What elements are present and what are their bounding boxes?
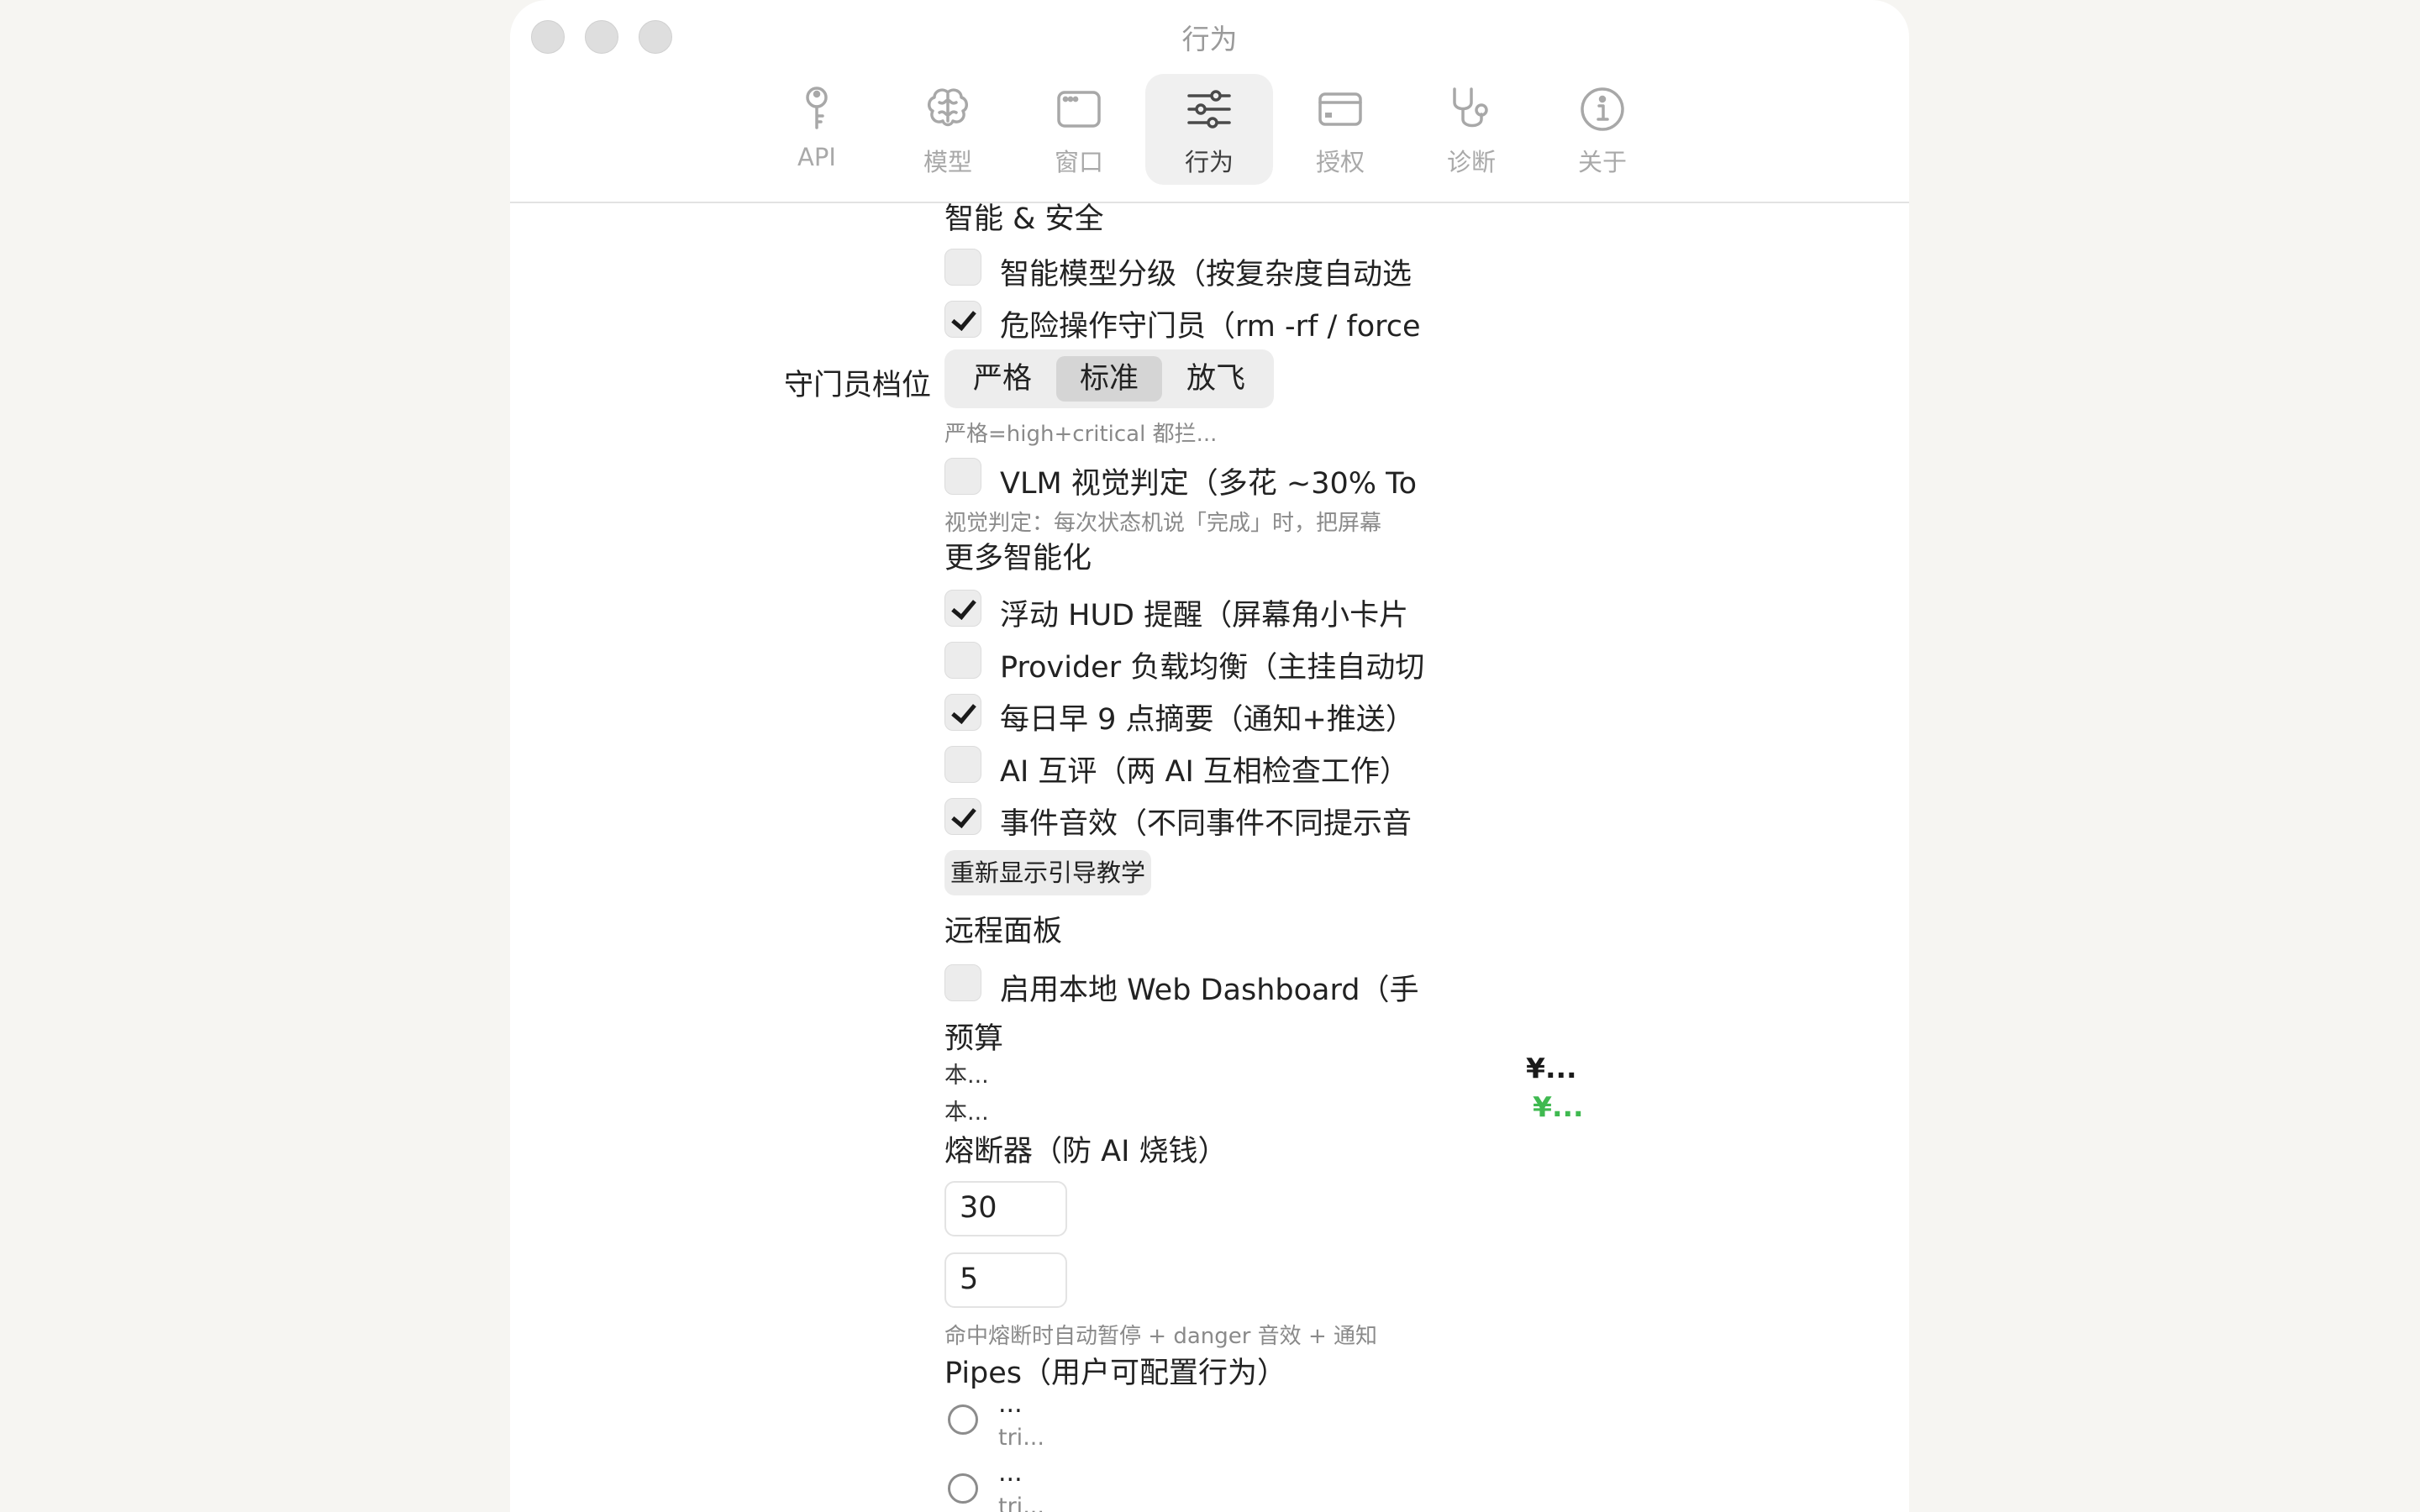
behavior-settings-content: 智能 & 安全 智能模型分级（按复杂度自动选 危险操作守门员（rm -rf / …	[510, 0, 1909, 1512]
pipe-1-trigger: tri...	[998, 1425, 1044, 1451]
guard-level-label: 守门员档位	[783, 369, 931, 402]
ai-review-checkbox[interactable]	[944, 746, 981, 783]
reshow-onboarding-button[interactable]: 重新显示引导教学	[944, 850, 1151, 895]
pipe-1-name: ...	[998, 1389, 1023, 1419]
hud-checkbox[interactable]	[944, 590, 981, 627]
event-sound-checkbox[interactable]	[944, 798, 981, 835]
budget-row-2-label: 本...	[944, 1100, 989, 1126]
pipe-2-radio[interactable]	[948, 1473, 978, 1504]
budget-row-1-value: ¥...	[1526, 1052, 1577, 1084]
budget-row-2-value: ¥...	[1533, 1090, 1584, 1123]
breaker-input-1[interactable]	[946, 1183, 1047, 1233]
section-heading-budget: 预算	[944, 1022, 1004, 1056]
section-heading-breaker: 熔断器（防 AI 烧钱）	[944, 1135, 1228, 1168]
guard-level-note: 严格=high+critical 都拦...	[944, 422, 1218, 447]
load-balance-checkbox[interactable]	[944, 642, 981, 679]
vlm-judge-label: VLM 视觉判定（多花 ~30% To	[1000, 467, 1417, 501]
daily-summary-checkbox[interactable]	[944, 694, 981, 731]
web-dashboard-checkbox[interactable]	[944, 964, 981, 1001]
hud-label: 浮动 HUD 提醒（屏幕角小卡片	[1000, 599, 1409, 633]
breaker-input-2[interactable]	[946, 1254, 1047, 1305]
pipe-2-name: ...	[998, 1458, 1023, 1488]
web-dashboard-label: 启用本地 Web Dashboard（手	[1000, 974, 1419, 1007]
guard-level-segmented-control: 严格 标准 放飞	[944, 349, 1274, 408]
breaker-note: 命中熔断时自动暂停 + danger 音效 + 通知	[944, 1324, 1377, 1349]
tiered-models-label: 智能模型分级（按复杂度自动选	[1000, 258, 1413, 291]
guard-level-standard[interactable]: 标准	[1056, 356, 1162, 402]
event-sound-label: 事件音效（不同事件不同提示音	[1000, 807, 1413, 841]
section-heading-more-smart: 更多智能化	[944, 542, 1092, 575]
budget-row-1-label: 本...	[944, 1063, 989, 1089]
breaker-field-1[interactable]	[944, 1181, 1067, 1236]
section-heading-pipes: Pipes（用户可配置行为）	[944, 1357, 1287, 1390]
tiered-models-checkbox[interactable]	[944, 249, 981, 286]
section-heading-smart-safety: 智能 & 安全	[944, 202, 1104, 236]
danger-guard-checkbox[interactable]	[944, 301, 981, 338]
breaker-field-2[interactable]	[944, 1252, 1067, 1308]
guard-level-free[interactable]: 放飞	[1163, 356, 1269, 402]
load-balance-label: Provider 负载均衡（主挂自动切	[1000, 651, 1425, 685]
section-heading-remote: 远程面板	[944, 915, 1063, 948]
ai-review-label: AI 互评（两 AI 互相检查工作）	[1000, 755, 1409, 789]
pipe-1-radio[interactable]	[948, 1404, 978, 1435]
guard-level-strict[interactable]: 严格	[950, 356, 1055, 402]
pipe-2-trigger: tri...	[998, 1494, 1044, 1512]
daily-summary-label: 每日早 9 点摘要（通知+推送）	[1000, 703, 1415, 737]
vlm-judge-note: 视觉判定：每次状态机说「完成」时，把屏幕	[944, 511, 1382, 536]
vlm-judge-checkbox[interactable]	[944, 458, 981, 495]
danger-guard-label: 危险操作守门员（rm -rf / force	[1000, 310, 1421, 344]
